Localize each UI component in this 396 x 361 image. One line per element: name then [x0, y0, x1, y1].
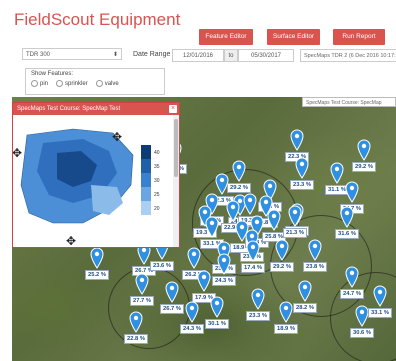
device-select[interactable]: TDR 300 ⬍ — [22, 48, 122, 60]
date-range-label: Date Range — [133, 51, 171, 58]
map-pin-icon[interactable] — [308, 239, 322, 261]
feature-option-valve[interactable]: valve — [95, 80, 119, 87]
moisture-reading-label: 30.6 % — [350, 328, 375, 338]
legend-swatch — [141, 173, 151, 187]
move-cursor-icon: ✥ — [112, 130, 122, 144]
moisture-reading-label: 29.2 % — [270, 262, 295, 272]
close-icon[interactable]: × — [169, 105, 177, 113]
move-cursor-icon: ✥ — [13, 146, 22, 160]
end-date-input[interactable]: 05/30/2017 — [238, 49, 294, 62]
legend-swatch — [141, 201, 151, 215]
map-pin-icon[interactable] — [205, 216, 219, 238]
radio-icon — [56, 80, 64, 87]
map-pin-icon[interactable] — [129, 311, 143, 333]
legend-swatch — [141, 145, 151, 159]
moisture-reading-label: 24.3 % — [212, 276, 237, 286]
panel-body: ✥ ✥ ✥ 40 35 30 25 20 — [12, 115, 179, 248]
moisture-reading-label: 29.2 % — [227, 183, 252, 193]
legend-label: 30 — [154, 178, 160, 184]
to-label: to — [224, 49, 238, 62]
map-pin-icon[interactable] — [345, 266, 359, 288]
map-pin-icon[interactable] — [357, 139, 371, 161]
map-pin-icon[interactable] — [215, 173, 229, 195]
specmap-thumbnail: ✥ ✥ ✥ 40 35 30 25 20 — [12, 115, 173, 248]
map-pin-icon[interactable] — [246, 240, 260, 262]
legend-label: 20 — [154, 206, 160, 212]
moisture-reading-label: 27.7 % — [130, 296, 155, 306]
start-date-input[interactable]: 12/01/2016 — [172, 49, 224, 62]
map-pin-icon[interactable] — [210, 296, 224, 318]
moisture-reading-label: 26.7 % — [160, 304, 185, 314]
legend-swatch — [141, 159, 151, 173]
app-title: FieldScout Equipment — [14, 10, 181, 29]
map-pin-icon[interactable] — [279, 301, 293, 323]
map-pin-icon[interactable] — [373, 285, 387, 307]
move-cursor-icon: ✥ — [66, 234, 76, 247]
moisture-reading-label: 23.3 % — [290, 180, 315, 190]
moisture-reading-label: 25.2 % — [85, 270, 110, 280]
map-dataset-label: SpecMaps Test Course: SpecMap — [302, 97, 396, 107]
legend-label: 40 — [154, 150, 160, 156]
map-pin-icon[interactable] — [355, 305, 369, 327]
map-pin-icon[interactable] — [295, 157, 309, 179]
feature-option-pin[interactable]: pin — [31, 80, 48, 87]
map-pin-icon[interactable] — [275, 239, 289, 261]
map-pin-icon[interactable] — [197, 270, 211, 292]
dataset-select[interactable]: SpecMaps TDR 2 (6 Dec 2016 10:17:14 — [300, 49, 396, 62]
map-pin-icon[interactable] — [330, 162, 344, 184]
map-pin-icon[interactable] — [135, 273, 149, 295]
map-pin-icon[interactable] — [232, 160, 246, 182]
moisture-reading-label: 31.6 % — [335, 229, 360, 239]
panel-scrollbar-thumb[interactable] — [174, 119, 178, 177]
moisture-reading-label: 33.1 % — [368, 308, 393, 318]
device-select-value: TDR 300 — [26, 52, 51, 58]
map-pin-icon[interactable] — [288, 205, 302, 227]
feature-option-sprinkler[interactable]: sprinkler — [56, 80, 88, 87]
map-pin-icon[interactable] — [251, 288, 265, 310]
map-pin-icon[interactable] — [90, 247, 104, 269]
panel-title: SpecMaps Test Course: SpecMap Test — [17, 106, 121, 112]
map-pin-icon[interactable] — [187, 247, 201, 269]
legend-label: 25 — [154, 192, 160, 198]
legend-label: 35 — [154, 164, 160, 170]
show-features-label: Show Features: — [31, 71, 74, 77]
moisture-reading-label: 30.1 % — [205, 319, 230, 329]
chevron-down-icon: ⬍ — [112, 52, 118, 58]
map-pin-icon[interactable] — [340, 206, 354, 228]
legend-swatch — [141, 187, 151, 201]
moisture-reading-label: 23.8 % — [303, 262, 328, 272]
feature-editor-button[interactable]: Feature Editor — [199, 29, 253, 45]
moisture-reading-label: 29.2 % — [352, 162, 377, 172]
moisture-reading-label: 18.9 % — [274, 324, 299, 334]
show-features-box: Show Features: pin sprinkler valve — [25, 68, 165, 95]
radio-icon — [95, 80, 103, 87]
radio-icon — [31, 80, 38, 87]
moisture-reading-label: 22.8 % — [124, 334, 149, 344]
run-report-button[interactable]: Run Report — [333, 29, 385, 45]
moisture-reading-label: 24.3 % — [180, 324, 205, 334]
moisture-reading-label: 23.6 % — [150, 261, 175, 271]
specmap-panel[interactable]: SpecMaps Test Course: SpecMap Test × ✥ ✥… — [12, 102, 180, 248]
surface-editor-button[interactable]: Surface Editor — [267, 29, 320, 45]
map-pin-icon[interactable] — [217, 253, 231, 275]
moisture-reading-label: 28.2 % — [293, 303, 318, 313]
map-pin-icon[interactable] — [243, 193, 257, 215]
map-pin-icon[interactable] — [267, 209, 281, 231]
moisture-reading-label: 17.4 % — [241, 263, 266, 273]
map-pin-icon[interactable] — [298, 280, 312, 302]
map-pin-icon[interactable] — [185, 301, 199, 323]
moisture-reading-label: 23.3 % — [246, 311, 271, 321]
moisture-reading-label: 24.7 % — [340, 289, 365, 299]
panel-header[interactable]: SpecMaps Test Course: SpecMap Test × — [13, 103, 179, 115]
moisture-reading-label: 21.3 % — [283, 228, 308, 238]
map-pin-icon[interactable] — [345, 181, 359, 203]
map-pin-icon[interactable] — [165, 281, 179, 303]
map-pin-icon[interactable] — [290, 129, 304, 151]
